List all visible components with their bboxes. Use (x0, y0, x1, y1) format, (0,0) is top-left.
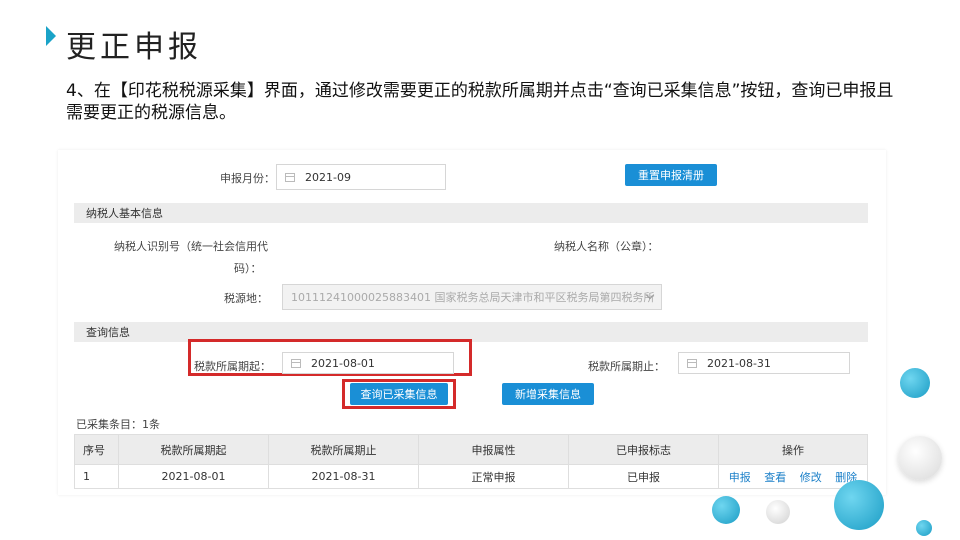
reset-declaration-button[interactable]: 重置申报清册 (625, 164, 717, 186)
col-header: 序号 (74, 434, 119, 465)
period-end-input[interactable]: 2021-08-31 (678, 352, 850, 374)
taxpayer-id-label: 纳税人识别号（统一社会信用代 (114, 240, 268, 253)
declare-link[interactable]: 申报 (729, 471, 751, 484)
declare-month-label: 申报月份： (220, 172, 275, 185)
tax-authority-select[interactable]: 10111241000025883401 国家税务总局天津市和平区税务局第四税务… (282, 284, 662, 310)
edit-link[interactable]: 修改 (800, 471, 822, 484)
period-start-value: 2021-08-01 (311, 356, 375, 370)
slide-title: 更正申报 (66, 30, 202, 65)
decor-circle (766, 500, 790, 524)
declare-month-value: 2021-09 (305, 170, 351, 184)
period-end-value: 2021-08-31 (707, 356, 771, 370)
row-attribute: 正常申报 (418, 464, 569, 489)
col-header: 税款所属期起 (118, 434, 269, 465)
row-period-start: 2021-08-01 (118, 464, 269, 489)
title-arrow-icon (46, 26, 56, 46)
decor-circle (900, 368, 930, 398)
col-header: 已申报标志 (568, 434, 719, 465)
calendar-icon (285, 172, 295, 182)
view-link[interactable]: 查看 (764, 471, 786, 484)
calendar-icon (291, 358, 301, 368)
period-start-label: 税款所属期起： (194, 360, 271, 373)
calendar-icon (687, 358, 697, 368)
period-end-label: 税款所属期止： (588, 360, 665, 373)
row-period-end: 2021-08-31 (268, 464, 419, 489)
collected-count: 已采集条目：1条 (76, 418, 160, 431)
tax-authority-value: 10111241000025883401 国家税务总局天津市和平区税务局第四税务… (291, 291, 655, 304)
taxpayer-section-header: 纳税人基本信息 (74, 203, 868, 223)
period-start-input[interactable]: 2021-08-01 (282, 352, 454, 374)
results-table: 序号 税款所属期起 税款所属期止 申报属性 已申报标志 操作 1 2021-08… (74, 434, 868, 489)
screenshot-panel: 申报月份： 2021-09 重置申报清册 纳税人基本信息 纳税人识别号（统一社会… (58, 150, 886, 495)
decor-circle (916, 520, 932, 536)
row-status: 已申报 (568, 464, 719, 489)
table-row: 1 2021-08-01 2021-08-31 正常申报 已申报 申报 查看 修… (74, 464, 868, 489)
taxpayer-id-label-cont: 码）： (234, 262, 262, 275)
decor-circle (834, 480, 884, 530)
col-header: 申报属性 (418, 434, 569, 465)
decor-circle (898, 436, 942, 480)
table-header-row: 序号 税款所属期起 税款所属期止 申报属性 已申报标志 操作 (74, 434, 868, 465)
taxpayer-name-label: 纳税人名称（公章）： (554, 240, 659, 253)
slide-description: 4、在【印花税税源采集】界面，通过修改需要更正的税款所属期并点击“查询已采集信息… (66, 81, 894, 123)
decor-circle (712, 496, 740, 524)
col-header: 操作 (718, 434, 868, 465)
declare-month-input[interactable]: 2021-09 (276, 164, 446, 190)
query-collected-button[interactable]: 查询已采集信息 (350, 383, 448, 405)
add-collection-button[interactable]: 新增采集信息 (502, 383, 594, 405)
col-header: 税款所属期止 (268, 434, 419, 465)
row-index: 1 (74, 464, 119, 489)
tax-authority-label: 税源地： (224, 292, 268, 305)
